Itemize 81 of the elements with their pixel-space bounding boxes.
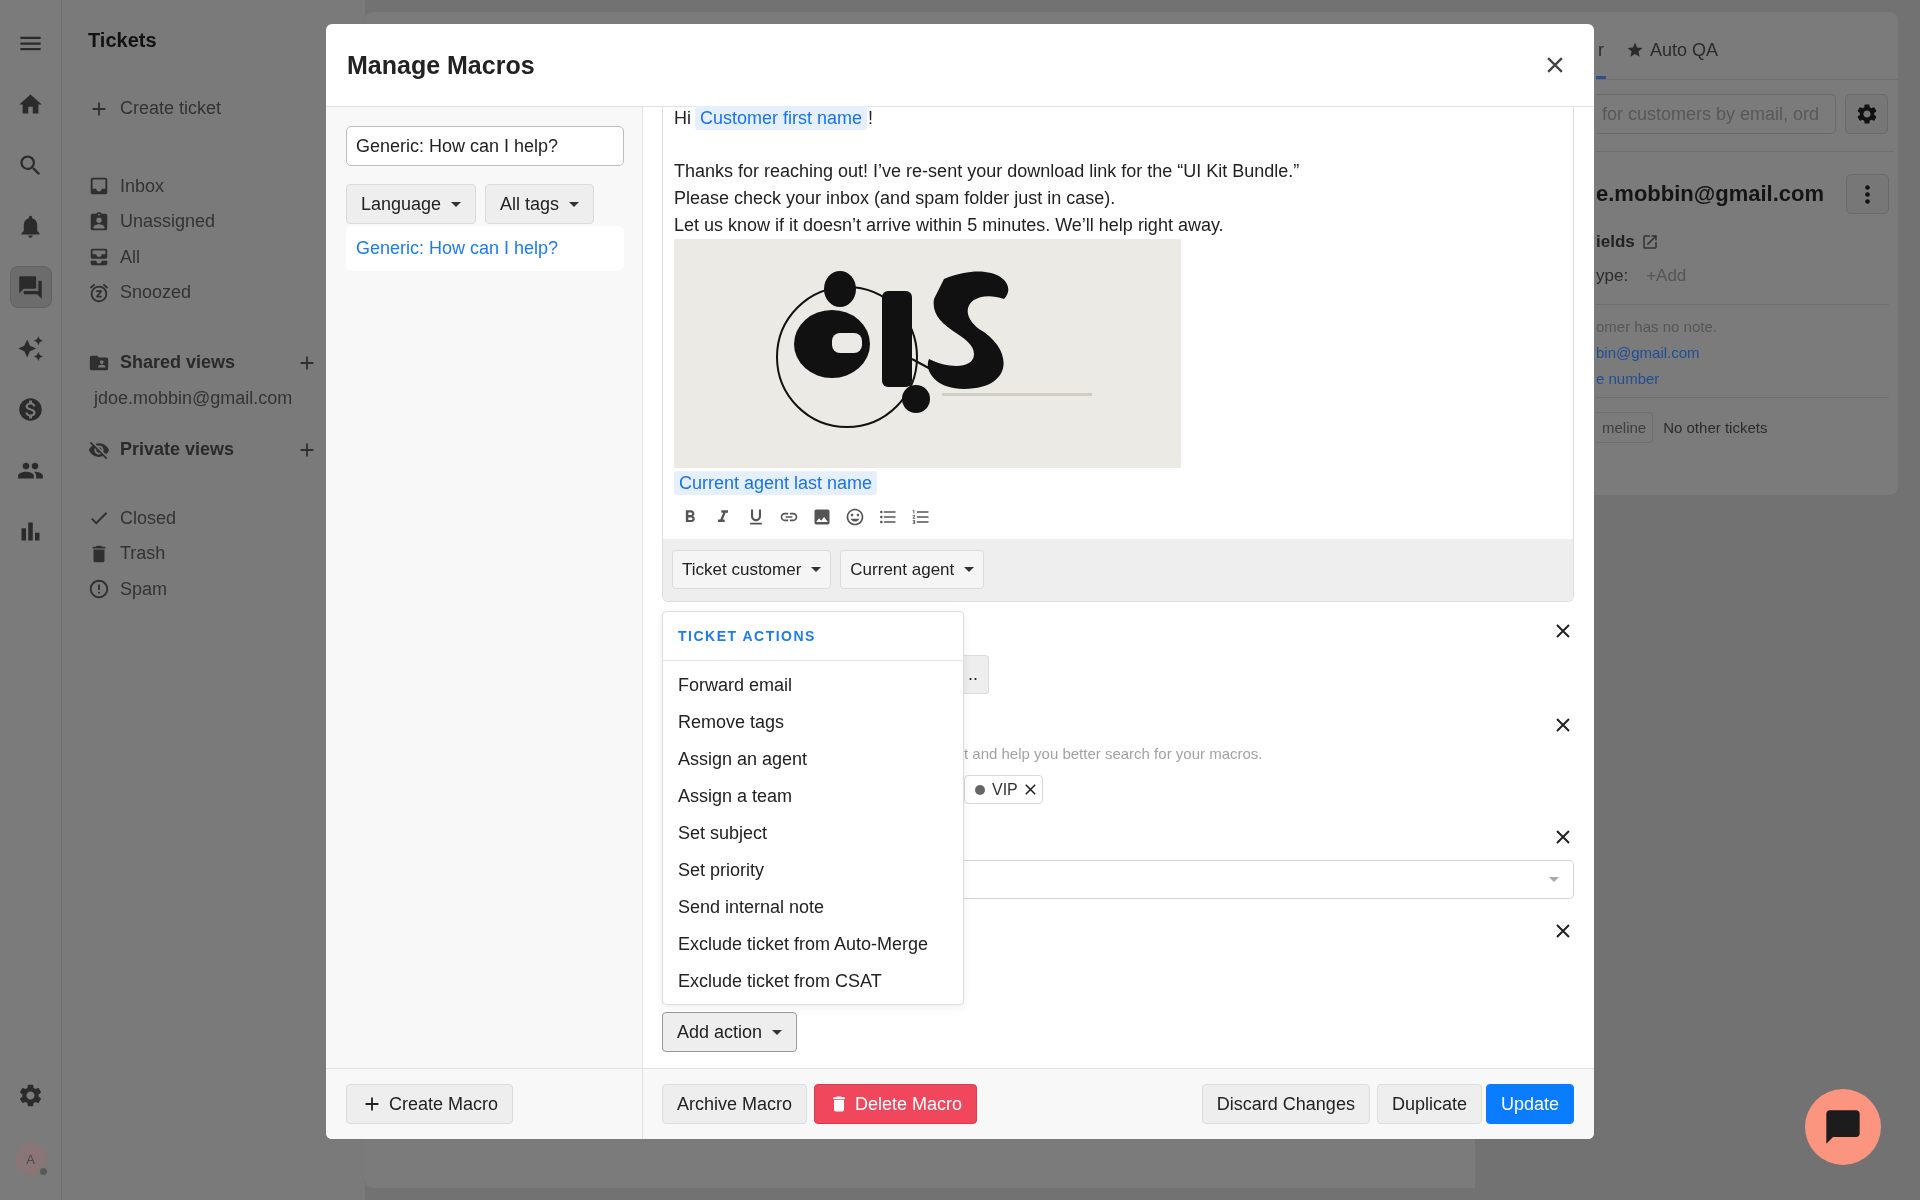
caret-icon: [1549, 877, 1559, 882]
sidebar-item[interactable]: Snoozed: [120, 282, 192, 304]
settings-button[interactable]: [1845, 94, 1888, 134]
caret-icon: [451, 201, 462, 207]
menu-item[interactable]: Exclude ticket from Auto-Merge: [663, 926, 963, 963]
fields-title: ields: [1596, 232, 1635, 252]
action-button[interactable]: ..: [964, 655, 989, 694]
dot-icon: [975, 784, 985, 795]
more-icon: [1865, 184, 1870, 204]
variable-dropdown[interactable]: Ticket customer: [672, 550, 832, 589]
tag-label: VIP: [992, 780, 1018, 799]
hint-text: t and help you better search for your macros.: [964, 745, 1264, 763]
variable-dropdown[interactable]: Current agent: [840, 550, 985, 589]
menu-item[interactable]: Assign a team: [663, 778, 963, 815]
message-line: Let us know if it doesn’t arrive within 5 minutes. We’ll help right away.: [674, 214, 1225, 237]
alert-icon: [88, 578, 110, 601]
dialog-title: Manage Macros: [347, 50, 535, 80]
create-macro-button[interactable]: Create Macro: [346, 1084, 514, 1124]
menu-item[interactable]: Exclude ticket from CSAT: [663, 963, 963, 1000]
archive-button[interactable]: Archive Macro: [662, 1084, 808, 1124]
add-action-button[interactable]: Add action: [662, 1012, 798, 1052]
caret-icon: [569, 201, 580, 207]
macro-search-field[interactable]: Generic: How can I help?: [346, 126, 624, 166]
variable-chip[interactable]: Customer first name: [695, 106, 868, 130]
timeline-button[interactable]: meline: [1596, 412, 1654, 443]
tickets-text: No other tickets: [1663, 419, 1768, 436]
caret-icon: [964, 567, 975, 572]
greeting-text: Hi: [674, 107, 691, 129]
section-title: Shared views: [120, 352, 236, 373]
close-icon: [1556, 624, 1570, 638]
menu-item[interactable]: Remove tags: [663, 704, 963, 741]
discard-button[interactable]: Discard Changes: [1201, 1084, 1370, 1124]
sidebar-item[interactable]: All: [120, 246, 140, 268]
sidebar-item[interactable]: Unassigned: [120, 211, 216, 233]
close-icon: [1556, 924, 1570, 938]
close-icon: [1556, 830, 1570, 844]
dollar-icon: [17, 395, 44, 423]
sidebar-title: Tickets: [88, 28, 158, 53]
close-icon: [1547, 57, 1563, 73]
menu-heading: TICKET ACTIONS: [663, 612, 963, 661]
message-line: Thanks for reaching out! I’ve re-sent your download link for the “UI Kit Bundle.”: [674, 160, 1301, 183]
sidebar-item[interactable]: Closed: [120, 507, 177, 529]
alarm-icon: [88, 281, 110, 304]
close-icon[interactable]: [1024, 784, 1036, 795]
menu-item[interactable]: Set subject: [663, 815, 963, 852]
delete-button[interactable]: Delete Macro: [814, 1084, 978, 1124]
caret-icon: [811, 567, 822, 572]
filter-dropdown[interactable]: Language: [346, 184, 477, 224]
avatar[interactable]: A: [14, 1143, 47, 1175]
menu-item[interactable]: Send internal note: [663, 889, 963, 926]
menu-item[interactable]: Forward email: [663, 667, 963, 704]
punctuation-text: !: [868, 107, 874, 129]
chat-icon: [17, 273, 44, 301]
duplicate-button[interactable]: Duplicate: [1376, 1084, 1482, 1124]
filter-dropdown[interactable]: All tags: [485, 184, 595, 224]
select-field[interactable]: [964, 860, 1574, 899]
close-icon: [1556, 718, 1570, 732]
tab[interactable]: Auto QA: [1624, 24, 1721, 79]
message-editor[interactable]: [662, 107, 1574, 602]
star-icon: [1626, 41, 1644, 59]
variable-chip[interactable]: Current agent last name: [674, 471, 878, 495]
sidebar-item[interactable]: Spam: [120, 578, 168, 600]
customer-name: e.mobbin@gmail.com: [1596, 181, 1825, 207]
section-title: Private views: [120, 439, 235, 460]
external-link-icon[interactable]: [1640, 233, 1659, 251]
sparkle-icon: [17, 334, 44, 362]
more-button[interactable]: [1846, 174, 1889, 214]
macro-item[interactable]: Generic: How can I help?: [346, 226, 624, 271]
sidebar-item[interactable]: Inbox: [120, 175, 165, 197]
badge-icon: [88, 210, 110, 233]
menu-item[interactable]: Assign an agent: [663, 741, 963, 778]
message-line: Please check your inbox (and spam folder just in case).: [674, 187, 1117, 210]
rail-button[interactable]: [9, 266, 52, 308]
caret-icon: [772, 1029, 783, 1035]
numbered-list-icon: [910, 507, 931, 527]
update-button[interactable]: Update: [1485, 1084, 1574, 1124]
smiley-icon: [844, 507, 865, 527]
create-ticket-link[interactable]: Create ticket: [120, 98, 222, 120]
menu-item[interactable]: Set priority: [663, 852, 963, 889]
sidebar-item[interactable]: Trash: [120, 543, 166, 565]
field-label: ype:: [1596, 266, 1629, 286]
